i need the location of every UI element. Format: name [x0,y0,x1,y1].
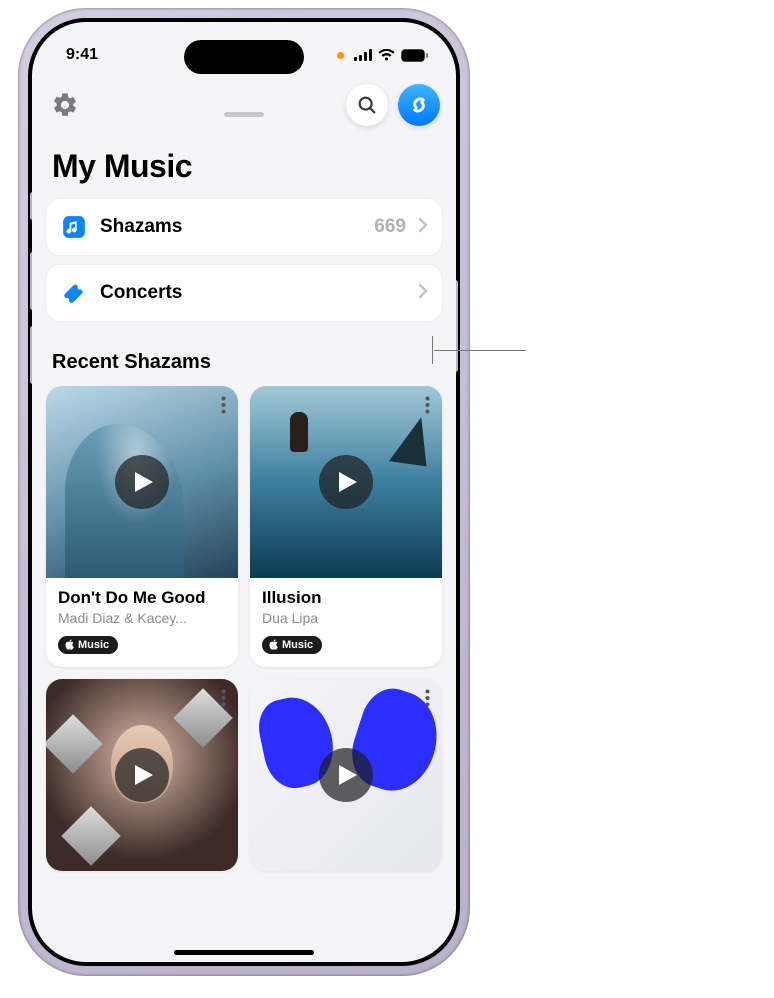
concerts-label: Concerts [100,282,406,304]
app-header [32,76,456,130]
card-more-button[interactable] [421,685,434,716]
song-card[interactable]: Illusion Dua Lipa Music [250,386,442,667]
mic-indicator-dot [337,52,344,59]
song-title: Don't Do Me Good [58,588,226,608]
song-card[interactable]: Don't Do Me Good Madi Diaz & Kacey... Mu… [46,386,238,667]
play-icon [133,763,155,787]
dynamic-island [184,40,304,74]
play-icon [337,763,359,787]
album-art [250,386,442,578]
badge-label: Music [282,639,313,651]
recent-header: Recent Shazams [32,331,456,386]
shazam-button[interactable] [398,84,440,126]
play-icon [337,470,359,494]
concerts-row[interactable]: Concerts [46,265,442,321]
pull-indicator[interactable] [224,112,264,117]
song-artist: Dua Lipa [262,610,430,626]
apple-music-badge[interactable]: Music [58,636,118,654]
play-icon [133,470,155,494]
home-indicator[interactable] [174,950,314,955]
callout-line [434,350,526,351]
play-button[interactable] [115,455,169,509]
album-art [250,679,442,871]
more-vertical-icon [425,689,430,707]
song-card[interactable] [250,679,442,871]
song-artist: Madi Diaz & Kacey... [58,610,226,626]
status-right [337,49,428,62]
music-note-icon [60,213,88,241]
album-art [46,386,238,578]
play-button[interactable] [319,455,373,509]
recent-grid: Don't Do Me Good Madi Diaz & Kacey... Mu… [32,386,456,871]
apple-music-badge[interactable]: Music [262,636,322,654]
badge-label: Music [78,639,109,651]
chevron-right-icon [418,283,428,304]
phone-frame: 9:41 [18,8,470,976]
card-more-button[interactable] [217,685,230,716]
more-vertical-icon [221,689,226,707]
status-time: 9:41 [66,46,98,64]
album-art [46,679,238,871]
wifi-icon [378,49,395,61]
card-more-button[interactable] [421,392,434,423]
battery-icon [401,49,428,62]
search-button[interactable] [346,84,388,126]
apple-icon [65,639,75,650]
shazams-label: Shazams [100,216,362,238]
play-button[interactable] [319,748,373,802]
song-card[interactable] [46,679,238,871]
screen: 9:41 [32,22,456,962]
page-title: My Music [32,130,456,199]
pull-indicator-wrap [32,112,456,117]
more-vertical-icon [221,396,226,414]
phone-bezel: 9:41 [28,18,460,966]
ticket-icon [60,279,88,307]
apple-icon [269,639,279,650]
callout-marker [432,336,433,364]
more-vertical-icon [425,396,430,414]
song-title: Illusion [262,588,430,608]
card-more-button[interactable] [217,392,230,423]
shazams-count: 669 [374,216,406,238]
play-button[interactable] [115,748,169,802]
shazams-row[interactable]: Shazams 669 [46,199,442,255]
cellular-icon [354,49,372,61]
chevron-right-icon [418,217,428,238]
